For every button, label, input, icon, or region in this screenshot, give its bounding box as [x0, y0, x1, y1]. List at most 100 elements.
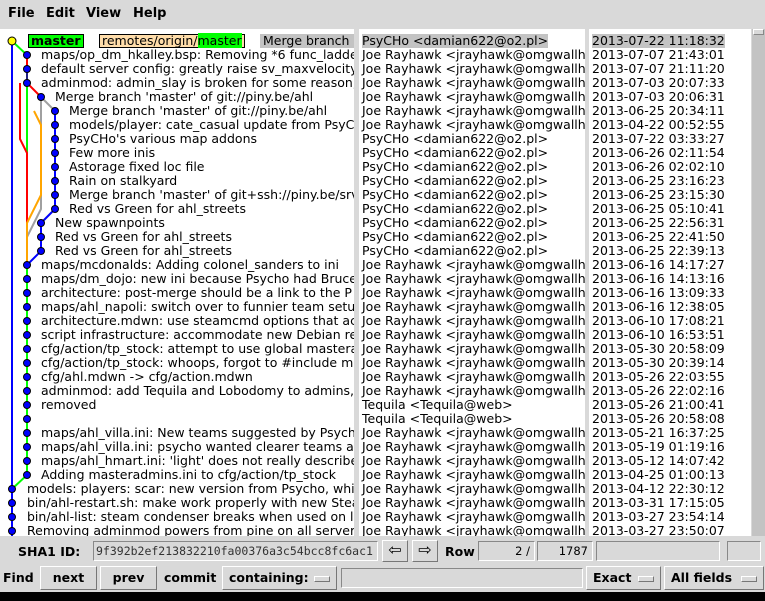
commit-row[interactable]: Astorage fixed loc file — [0, 160, 354, 174]
commit-row[interactable]: default server config: greatly raise sv_… — [0, 62, 354, 76]
commit-row[interactable]: bin/ahl-restart.sh: make work properly w… — [0, 496, 354, 510]
commit-row[interactable]: PsyCHo's various map addons — [0, 132, 354, 146]
commit-date[interactable]: 2013-03-27 23:54:14 — [592, 510, 725, 524]
commit-date[interactable]: 2013-06-26 02:02:10 — [592, 160, 725, 174]
commit-date[interactable]: 2013-05-26 21:00:41 — [592, 398, 725, 412]
commit-date[interactable]: 2013-05-30 20:39:14 — [592, 356, 725, 370]
commit-date[interactable]: 2013-04-22 00:52:55 — [592, 118, 725, 132]
commit-date[interactable]: 2013-06-10 16:53:51 — [592, 328, 725, 342]
commit-date[interactable]: 2013-05-21 16:37:25 — [592, 426, 725, 440]
commit-row[interactable]: Red vs Green for ahl_streets — [0, 202, 354, 216]
commit-row[interactable]: New spawnpoints — [0, 216, 354, 230]
commit-row[interactable]: maps/ahl_napoli: switch over to funnier … — [0, 300, 354, 314]
commit-date[interactable]: 2013-04-12 22:30:12 — [592, 482, 725, 496]
date-pane[interactable]: 2013-07-22 11:18:32 2013-07-07 21:43:01 20… — [589, 29, 751, 536]
commit-row[interactable]: architecture.mdwn: use steamcmd options … — [0, 314, 354, 328]
commit-author[interactable]: PsyCHo <damian622@o2.pl> — [362, 216, 548, 230]
commit-author[interactable]: Joe Rayhawk <jrayhawk@omgwallhack.org> — [362, 258, 585, 272]
menu-view[interactable]: View — [86, 6, 121, 21]
commit-row[interactable]: Adding masteradmins.ini to cfg/action/tp… — [0, 468, 354, 482]
commit-author[interactable]: Joe Rayhawk <jrayhawk@omgwallhack.org> — [362, 104, 585, 118]
commit-date[interactable]: 2013-04-25 01:00:13 — [592, 468, 725, 482]
match-mode-menu[interactable]: Exact — [586, 566, 661, 590]
commit-row[interactable]: Merge branch 'master' of git+ssh://piny.… — [0, 188, 354, 202]
commit-date[interactable]: 2013-06-25 22:41:50 — [592, 230, 725, 244]
commit-author[interactable]: Tequila <Tequila@web> — [362, 412, 513, 426]
commit-author[interactable]: PsyCHo <damian622@o2.pl> — [362, 160, 548, 174]
remote-branch-label[interactable]: remotes/origin/master — [99, 33, 245, 48]
find-type-menu[interactable]: containing: — [222, 566, 337, 590]
commit-date[interactable]: 2013-06-16 12:38:05 — [592, 300, 725, 314]
menu-help[interactable]: Help — [133, 6, 166, 21]
commit-author[interactable]: Joe Rayhawk <jrayhawk@omgwallhack.org> — [362, 90, 585, 104]
commit-date[interactable]: 2013-06-26 02:11:54 — [592, 146, 725, 160]
commit-author[interactable]: PsyCHo <damian622@o2.pl> — [362, 146, 548, 160]
find-next-button[interactable]: next — [40, 566, 97, 590]
commit-date[interactable]: 2013-06-25 22:56:31 — [592, 216, 725, 230]
author-pane[interactable]: PsyCHo <damian622@o2.pl> Joe Rayhawk <jra… — [359, 29, 585, 536]
field-scope-menu[interactable]: All fields — [664, 566, 764, 590]
commit-author[interactable]: Joe Rayhawk <jrayhawk@omgwallhack.org> — [362, 496, 585, 510]
commit-row[interactable]: Removing adminmod powers from pine on al… — [0, 524, 354, 537]
commit-author[interactable]: Joe Rayhawk <jrayhawk@omgwallhack.org> — [362, 48, 585, 62]
commit-author[interactable]: Joe Rayhawk <jrayhawk@omgwallhack.org> — [362, 272, 585, 286]
commit-date[interactable]: 2013-06-25 23:16:23 — [592, 174, 725, 188]
commit-row[interactable] — [0, 412, 354, 426]
commit-row[interactable]: models/player: cate_casual update from P… — [0, 118, 354, 132]
commit-row[interactable]: maps/dm_dojo: new ini because Psycho had… — [0, 272, 354, 286]
commit-author[interactable]: Joe Rayhawk <jrayhawk@omgwallhack.org> — [362, 510, 585, 524]
back-button[interactable]: ⇦ — [382, 540, 408, 562]
sha1-field[interactable]: 9f392b2ef213832210fa00376a3c54bcc8fc6ac1 — [93, 541, 378, 561]
commit-row[interactable]: maps/op_dm_hkalley.bsp: Removing *6 func… — [0, 48, 354, 62]
commit-date[interactable]: 2013-05-30 20:58:09 — [592, 342, 725, 356]
menu-file[interactable]: File — [8, 6, 35, 21]
commit-date[interactable]: 2013-06-25 20:34:11 — [592, 104, 725, 118]
commit-author[interactable]: PsyCHo <damian622@o2.pl> — [362, 244, 548, 258]
commit-author[interactable]: Joe Rayhawk <jrayhawk@omgwallhack.org> — [362, 342, 585, 356]
commit-author[interactable]: PsyCHo <damian622@o2.pl> — [362, 188, 548, 202]
commit-author[interactable]: Joe Rayhawk <jrayhawk@omgwallhack.org> — [362, 384, 585, 398]
commit-row[interactable]: bin/ahl-list: steam condenser breaks whe… — [0, 510, 354, 524]
commit-date[interactable]: 2013-05-26 20:58:08 — [592, 412, 725, 426]
commit-author[interactable]: Joe Rayhawk <jrayhawk@omgwallhack.org> — [362, 300, 585, 314]
commit-row[interactable]: Merge branch 'master' of git://piny.be/a… — [0, 104, 354, 118]
commit-row[interactable]: maps/mcdonalds: Adding colonel_sanders t… — [0, 258, 354, 272]
commit-author[interactable]: PsyCHo <damian622@o2.pl> — [362, 202, 548, 216]
commit-author[interactable]: Joe Rayhawk <jrayhawk@omgwallhack.org> — [362, 426, 585, 440]
commit-row[interactable]: script infrastructure: accommodate new D… — [0, 328, 354, 342]
commit-author[interactable]: Joe Rayhawk <jrayhawk@omgwallhack.org> — [362, 482, 585, 496]
commit-date[interactable]: 2013-07-07 21:11:20 — [592, 62, 725, 76]
commit-date[interactable]: 2013-05-26 22:02:16 — [592, 384, 725, 398]
commit-row[interactable]: adminmod: add Tequila and Lobodomy to ad… — [0, 384, 354, 398]
scrollbar-thumb[interactable] — [753, 29, 764, 35]
commit-row[interactable]: removed — [0, 398, 354, 412]
commit-date[interactable]: 2013-07-22 03:33:27 — [592, 132, 725, 146]
commit-date[interactable]: 2013-03-31 17:15:05 — [592, 496, 725, 510]
commit-author[interactable]: Joe Rayhawk <jrayhawk@omgwallhack.org> — [362, 314, 585, 328]
commit-date[interactable]: 2013-06-16 13:09:33 — [592, 286, 725, 300]
head-branch-label[interactable]: master — [28, 34, 84, 48]
commit-author[interactable]: Tequila <Tequila@web> — [362, 398, 513, 412]
commit-author[interactable]: Joe Rayhawk <jrayhawk@omgwallhack.org> — [362, 76, 585, 90]
commit-author[interactable]: PsyCHo <damian622@o2.pl> — [362, 174, 548, 188]
commit-date[interactable]: 2013-05-26 22:03:55 — [592, 370, 725, 384]
commit-date[interactable]: 2013-07-07 21:43:01 — [592, 48, 725, 62]
commit-date[interactable]: 2013-05-12 14:07:42 — [592, 454, 725, 468]
commit-author[interactable]: Joe Rayhawk <jrayhawk@omgwallhack.org> — [362, 440, 585, 454]
commit-author[interactable]: Joe Rayhawk <jrayhawk@omgwallhack.org> — [362, 454, 585, 468]
forward-button[interactable]: ⇨ — [412, 540, 438, 562]
commit-author[interactable]: Joe Rayhawk <jrayhawk@omgwallhack.org> — [362, 370, 585, 384]
commit-row[interactable]: Few more inis — [0, 146, 354, 160]
commit-row[interactable]: maps/ahl_villa.ini: New teams suggested … — [0, 426, 354, 440]
commit-row[interactable]: architecture: post-merge should be a lin… — [0, 286, 354, 300]
commit-row[interactable]: Red vs Green for ahl_streets — [0, 230, 354, 244]
commit-row[interactable]: cfg/ahl.mdwn -> cfg/action.mdwn — [0, 370, 354, 384]
commit-author[interactable]: PsyCHo <damian622@o2.pl> — [362, 34, 549, 48]
commit-author[interactable]: Joe Rayhawk <jrayhawk@omgwallhack.org> — [362, 356, 585, 370]
commit-date[interactable]: 2013-06-25 22:39:13 — [592, 244, 725, 258]
commit-date[interactable]: 2013-07-03 20:06:31 — [592, 90, 725, 104]
commit-list-scrollbar[interactable] — [752, 29, 765, 536]
commit-date[interactable]: 2013-06-25 23:15:30 — [592, 188, 725, 202]
commit-row[interactable]: Rain on stalkyard — [0, 174, 354, 188]
commit-date[interactable]: 2013-06-10 17:08:21 — [592, 314, 725, 328]
